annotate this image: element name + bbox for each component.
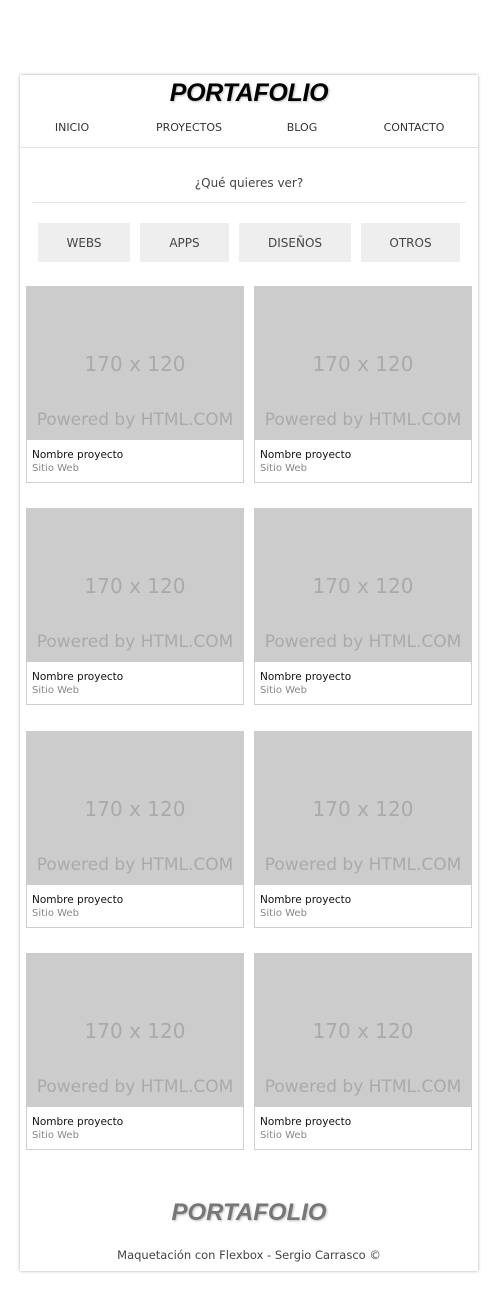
thumbnail-dimensions: 170 x 120 — [84, 352, 186, 376]
main-nav: INICIO PROYECTOS BLOG CONTACTO — [20, 121, 478, 145]
project-card[interactable]: 170 x 120 Powered by HTML.COM Nombre pro… — [26, 286, 244, 483]
filter-button-webs[interactable]: WEBS — [38, 223, 130, 262]
thumbnail-credit: Powered by HTML.COM — [264, 632, 462, 652]
thumbnail-dimensions: 170 x 120 — [312, 1019, 414, 1043]
thumbnail-dimensions: 170 x 120 — [84, 574, 186, 598]
project-category: Sitio Web — [260, 685, 307, 696]
footer-logo[interactable]: PORTAFOLIO — [20, 1199, 478, 1227]
project-thumbnail: 170 x 120 Powered by HTML.COM — [254, 953, 472, 1107]
project-thumbnail: 170 x 120 Powered by HTML.COM — [26, 953, 244, 1107]
project-thumbnail: 170 x 120 Powered by HTML.COM — [254, 286, 472, 440]
thumbnail-credit: Powered by HTML.COM — [36, 410, 234, 430]
project-title: Nombre proyecto — [32, 1116, 124, 1128]
nav-item-blog[interactable]: BLOG — [287, 121, 317, 134]
thumbnail-credit: Powered by HTML.COM — [264, 1077, 462, 1097]
project-thumbnail: 170 x 120 Powered by HTML.COM — [26, 731, 244, 885]
project-category: Sitio Web — [260, 908, 307, 919]
project-title: Nombre proyecto — [260, 449, 352, 461]
project-category: Sitio Web — [32, 685, 79, 696]
thumbnail-dimensions: 170 x 120 — [84, 797, 186, 821]
filter-button-otros[interactable]: OTROS — [361, 223, 460, 262]
nav-item-inicio[interactable]: INICIO — [55, 121, 89, 134]
project-card[interactable]: 170 x 120 Powered by HTML.COM Nombre pro… — [26, 508, 244, 705]
filter-question: ¿Qué quieres ver? — [194, 176, 304, 190]
nav-item-proyectos[interactable]: PROYECTOS — [156, 121, 222, 134]
project-card[interactable]: 170 x 120 Powered by HTML.COM Nombre pro… — [254, 508, 472, 705]
project-category: Sitio Web — [260, 463, 307, 474]
project-thumbnail: 170 x 120 Powered by HTML.COM — [26, 286, 244, 440]
footer-credits: Maquetación con Flexbox - Sergio Carrasc… — [117, 1248, 381, 1262]
project-category: Sitio Web — [260, 1130, 307, 1141]
thumbnail-dimensions: 170 x 120 — [312, 352, 414, 376]
thumbnail-credit: Powered by HTML.COM — [36, 855, 234, 875]
project-thumbnail: 170 x 120 Powered by HTML.COM — [26, 508, 244, 662]
project-title: Nombre proyecto — [32, 449, 124, 461]
project-category: Sitio Web — [32, 463, 79, 474]
thumbnail-credit: Powered by HTML.COM — [264, 855, 462, 875]
project-title: Nombre proyecto — [260, 1116, 352, 1128]
project-category: Sitio Web — [32, 908, 79, 919]
project-card[interactable]: 170 x 120 Powered by HTML.COM Nombre pro… — [26, 953, 244, 1150]
project-category: Sitio Web — [32, 1130, 79, 1141]
project-card[interactable]: 170 x 120 Powered by HTML.COM Nombre pro… — [254, 731, 472, 928]
project-thumbnail: 170 x 120 Powered by HTML.COM — [254, 508, 472, 662]
page-container: PORTAFOLIO INICIO PROYECTOS BLOG CONTACT… — [20, 75, 478, 1271]
thumbnail-credit: Powered by HTML.COM — [36, 632, 234, 652]
project-card[interactable]: 170 x 120 Powered by HTML.COM Nombre pro… — [254, 953, 472, 1150]
project-title: Nombre proyecto — [260, 894, 352, 906]
thumbnail-dimensions: 170 x 120 — [312, 797, 414, 821]
nav-divider — [20, 147, 478, 148]
thumbnail-dimensions: 170 x 120 — [84, 1019, 186, 1043]
project-thumbnail: 170 x 120 Powered by HTML.COM — [254, 731, 472, 885]
thumbnail-dimensions: 170 x 120 — [312, 574, 414, 598]
header-logo[interactable]: PORTAFOLIO — [20, 79, 478, 108]
thumbnail-credit: Powered by HTML.COM — [264, 410, 462, 430]
project-title: Nombre proyecto — [32, 671, 124, 683]
project-title: Nombre proyecto — [260, 671, 352, 683]
nav-item-contacto[interactable]: CONTACTO — [384, 121, 445, 134]
filter-button-apps[interactable]: APPS — [140, 223, 229, 262]
filter-divider — [32, 202, 466, 203]
thumbnail-credit: Powered by HTML.COM — [36, 1077, 234, 1097]
project-card[interactable]: 170 x 120 Powered by HTML.COM Nombre pro… — [26, 731, 244, 928]
filter-button-disenos[interactable]: DISEÑOS — [239, 223, 351, 262]
project-title: Nombre proyecto — [32, 894, 124, 906]
project-card[interactable]: 170 x 120 Powered by HTML.COM Nombre pro… — [254, 286, 472, 483]
